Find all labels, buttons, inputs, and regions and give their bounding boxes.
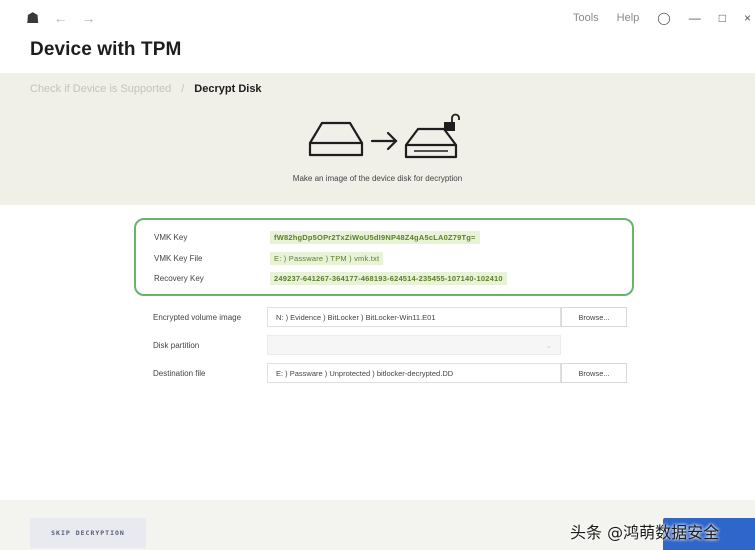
recovery-key-row: Recovery Key 249237-641267-364177-468193… <box>154 272 507 285</box>
key-label: VMK Key <box>154 233 188 242</box>
recovery-key-value[interactable]: 249237-641267-364177-468193-624514-23545… <box>270 272 507 285</box>
vmk-key-value[interactable]: fW82hgDp5OPr2TxZiWoU5dI9NP48Z4gA5cLA0Z79… <box>270 231 480 244</box>
skip-decryption-button[interactable]: SKIP DECRYPTION <box>30 518 146 548</box>
top-bar: ☗ ← → Tools Help ◯ — □ × <box>0 0 755 36</box>
breadcrumb-current: Decrypt Disk <box>194 83 262 95</box>
breadcrumb: Check if Device is Supported / Decrypt D… <box>30 83 262 95</box>
browse-image-button[interactable]: Browse... <box>561 307 627 327</box>
lock-icon <box>444 113 460 131</box>
key-label: VMK Key File <box>154 254 203 263</box>
disk-icon <box>308 121 364 157</box>
minimize-icon[interactable]: — <box>689 11 701 25</box>
field-label: Disk partition <box>153 340 200 350</box>
browse-destination-button[interactable]: Browse... <box>561 363 627 383</box>
maximize-icon[interactable]: □ <box>719 11 726 25</box>
step-panel: Check if Device is Supported / Decrypt D… <box>0 73 755 205</box>
disk-to-image-illustration <box>308 113 460 159</box>
destination-file-row: Destination file E: ) Passware ) Unprote… <box>153 363 627 383</box>
navigation: ☗ ← → <box>0 11 95 26</box>
field-label: Destination file <box>153 368 206 378</box>
home-icon[interactable]: ☗ <box>26 11 39 26</box>
disk-partition-row: Disk partition ⌄ <box>153 335 561 355</box>
settings-icon[interactable]: ◯ <box>657 11 670 25</box>
vmk-key-file-value[interactable]: E: ) Passware ) TPM ) vmk.txt <box>270 252 384 265</box>
illustration-caption: Make an image of the device disk for dec… <box>292 174 463 183</box>
destination-file-input[interactable]: E: ) Passware ) Unprotected ) bitlocker-… <box>267 363 561 383</box>
disk-partition-select[interactable]: ⌄ <box>267 335 561 355</box>
encrypted-image-row: Encrypted volume image N: ) Evidence ) B… <box>153 307 627 327</box>
chevron-down-icon: ⌄ <box>545 340 552 350</box>
field-label: Encrypted volume image <box>153 312 242 322</box>
menu-help[interactable]: Help <box>617 12 640 24</box>
watermark: 头条 @鸿萌数据安全 <box>570 523 720 542</box>
arrow-left-icon[interactable]: ← <box>53 11 67 25</box>
close-icon[interactable]: × <box>744 11 751 25</box>
encrypted-image-input[interactable]: N: ) Evidence ) BitLocker ) BitLocker-Wi… <box>267 307 561 327</box>
window-controls: Tools Help ◯ — □ × <box>573 0 755 36</box>
arrow-right-icon <box>370 131 398 151</box>
page-title: Device with TPM <box>30 39 182 60</box>
locked-disk-icon <box>404 127 458 159</box>
key-label: Recovery Key <box>154 274 204 283</box>
vmk-key-file-row: VMK Key File E: ) Passware ) TPM ) vmk.t… <box>154 252 384 265</box>
breadcrumb-separator: / <box>181 83 185 95</box>
breadcrumb-previous[interactable]: Check if Device is Supported <box>30 83 171 95</box>
arrow-right-icon[interactable]: → <box>81 11 95 25</box>
key-results-box: VMK Key fW82hgDp5OPr2TxZiWoU5dI9NP48Z4gA… <box>134 218 634 296</box>
menu-tools[interactable]: Tools <box>573 12 599 24</box>
vmk-key-row: VMK Key fW82hgDp5OPr2TxZiWoU5dI9NP48Z4gA… <box>154 231 480 244</box>
